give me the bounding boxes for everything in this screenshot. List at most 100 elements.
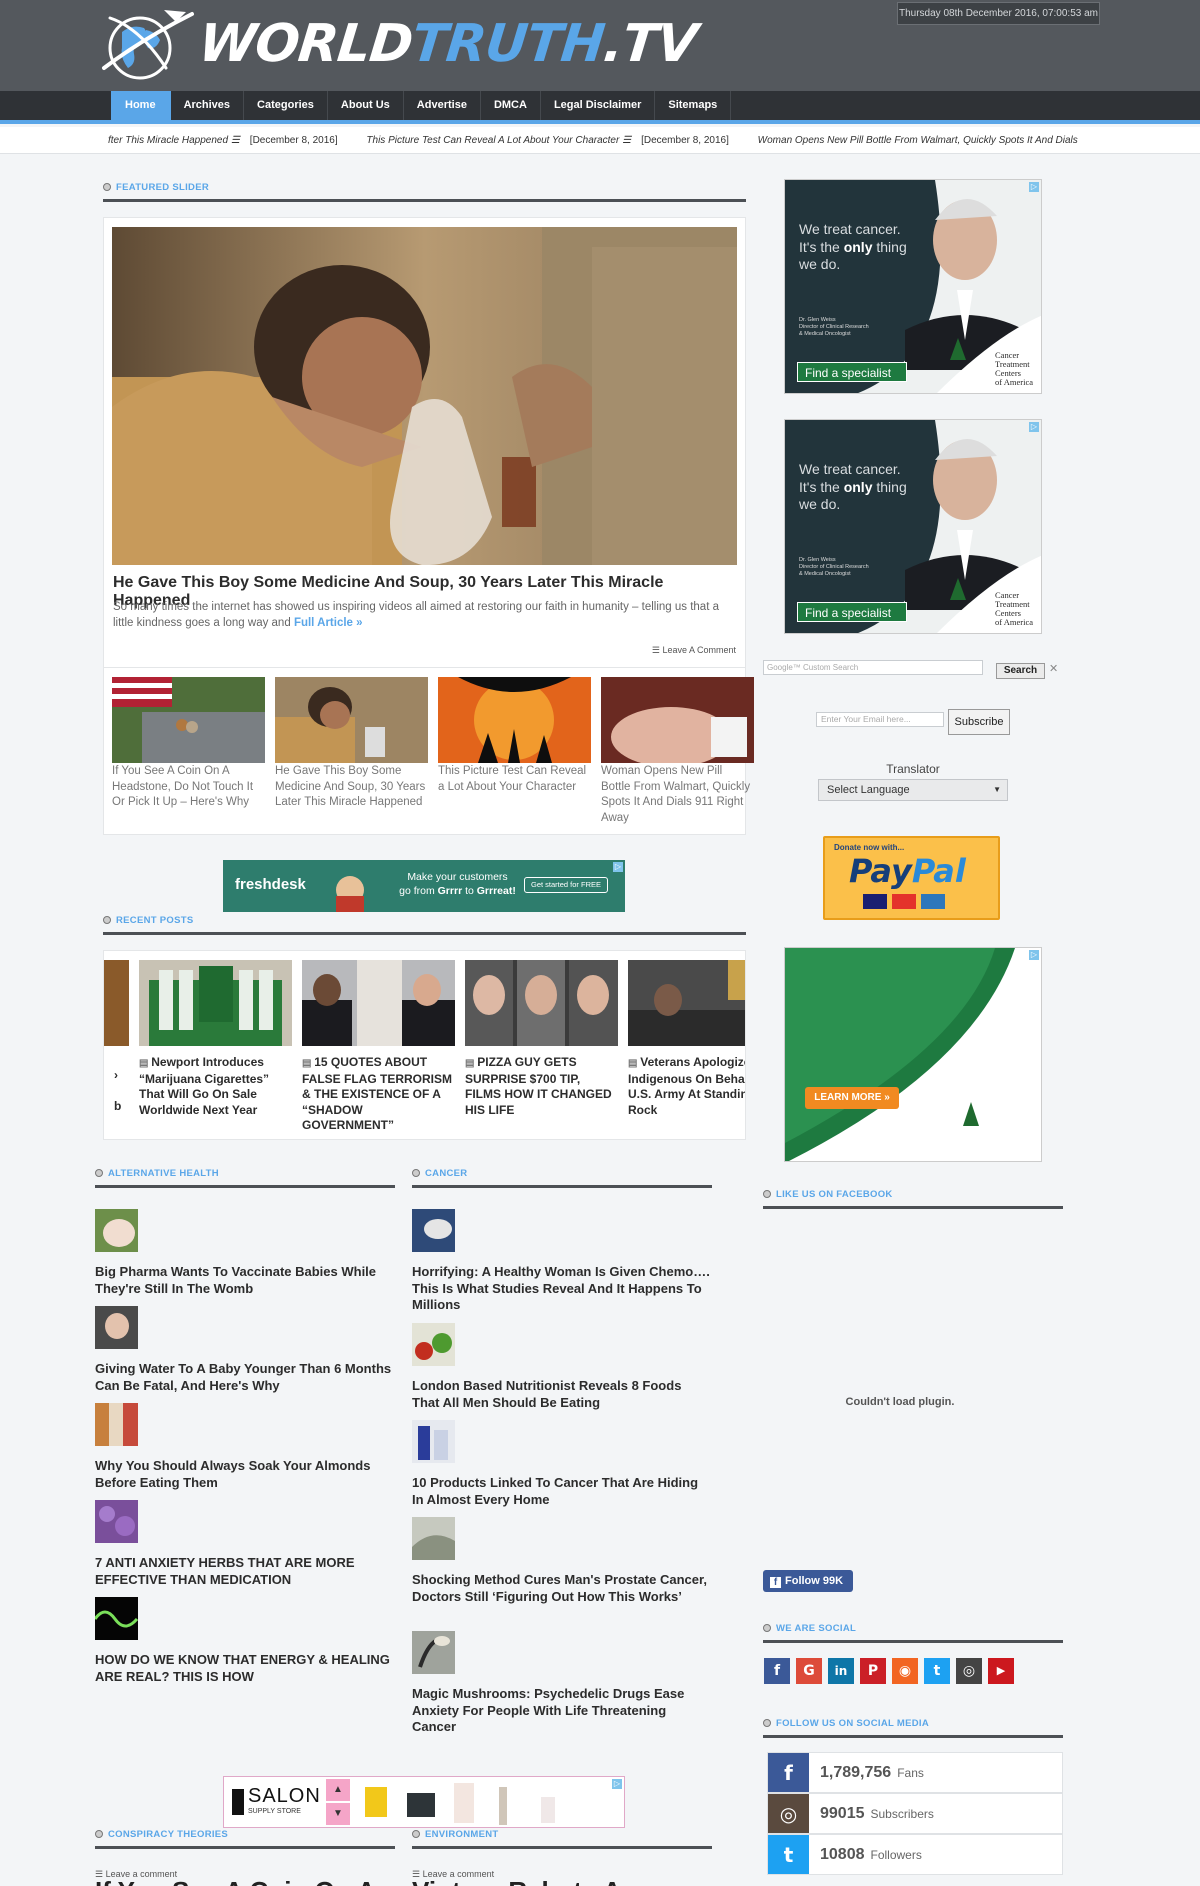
post-title[interactable]: Vintner Rebuts A	[412, 1876, 712, 1886]
cancer-list: Horrifying: A Healthy Woman Is Given Che…	[412, 1209, 712, 1745]
recent-posts-heading: RECENT POSTS	[103, 915, 746, 935]
recent-post[interactable]: PIZZA GUY GETS SURPRISE $700 TIP, FILMS …	[465, 960, 618, 1134]
cancer-post[interactable]: 10 Products Linked To Cancer That Are Hi…	[412, 1420, 712, 1507]
cancer-post[interactable]: London Based Nutritionist Reveals 8 Food…	[412, 1323, 712, 1410]
cancer-post[interactable]: Magic Mushrooms: Psychedelic Drugs Ease …	[412, 1631, 712, 1735]
nav-archives[interactable]: Archives	[171, 91, 245, 120]
thumb-title: This Picture Test Can Reveal a Lot About…	[438, 765, 587, 793]
post-title[interactable]: If You See A Coin On A	[95, 1876, 395, 1886]
twitter-icon[interactable]: t	[924, 1658, 950, 1684]
ad-choices-icon[interactable]: ▷	[1029, 950, 1039, 960]
recent-post-title: Veterans Apologize To Indigenous On Beha…	[628, 1055, 745, 1118]
ticker-item[interactable]: fter This Miracle Happened ☰	[108, 135, 240, 146]
find-specialist-button[interactable]: Find a specialist	[797, 362, 907, 382]
ad-choices-icon[interactable]: ▷	[613, 862, 623, 872]
divider	[104, 667, 745, 668]
slider-thumb[interactable]: He Gave This Boy Some Medicine And Soup,…	[275, 677, 428, 826]
stat-row[interactable]: t 10808 Followers	[767, 1834, 1063, 1875]
ad-choices-icon[interactable]: ▷	[1029, 182, 1039, 192]
ad-carousel-up-button[interactable]: ▲	[326, 1779, 350, 1801]
post-thumbnail	[95, 1306, 138, 1349]
freshdesk-cta-button[interactable]: Get started for FREE	[524, 877, 608, 893]
email-input[interactable]: Enter Your Email here...	[816, 712, 944, 727]
alt-health-post[interactable]: Big Pharma Wants To Vaccinate Babies Whi…	[95, 1209, 395, 1296]
freshdesk-ad-banner[interactable]: freshdesk Make your customers go from Grr…	[223, 860, 625, 912]
facebook-follow-button[interactable]: f Follow 99K	[763, 1570, 853, 1592]
slider-thumb[interactable]: Woman Opens New Pill Bottle From Walmart…	[601, 677, 754, 826]
subscribe-button[interactable]: Subscribe	[948, 709, 1010, 735]
visa-icon	[863, 894, 887, 909]
paypal-donate-button[interactable]: Donate now with... PayPal	[823, 836, 1000, 920]
post-title: London Based Nutritionist Reveals 8 Food…	[412, 1378, 682, 1410]
ticker-date: [December 8, 2016]	[641, 135, 729, 146]
linkedin-icon[interactable]: in	[828, 1658, 854, 1684]
ticker-item[interactable]: Woman Opens New Pill Bottle From Walmart…	[758, 135, 1078, 146]
social-stats: f 1,789,756 Fans ◎ 99015 Subscribers t 108…	[767, 1752, 1063, 1875]
freshdesk-logo: freshdesk	[235, 876, 306, 893]
alt-health-post[interactable]: Giving Water To A Baby Younger Than 6 Mo…	[95, 1306, 395, 1393]
nav-about-us[interactable]: About Us	[328, 91, 404, 120]
cancer-post[interactable]: Horrifying: A Healthy Woman Is Given Che…	[412, 1209, 712, 1313]
instagram-icon[interactable]: ◎	[956, 1658, 982, 1684]
youtube-icon[interactable]: ▶	[988, 1658, 1014, 1684]
site-logo[interactable]: WORLDTRUTH.TV	[100, 2, 699, 88]
follow-social-heading: FOLLOW US ON SOCIAL MEDIA	[763, 1718, 1063, 1738]
alt-health-post[interactable]: 7 ANTI ANXIETY HERBS THAT ARE MORE EFFEC…	[95, 1500, 395, 1587]
cancer-center-learn-more-ad[interactable]: LEARN MORE » CancerTreatmentCentersof Am…	[784, 947, 1042, 1162]
stat-value: 99015	[820, 1805, 865, 1822]
stat-row[interactable]: f 1,789,756 Fans	[767, 1752, 1063, 1793]
cancer-treatment-ad[interactable]: We treat cancer. It's the only thing we do…	[784, 419, 1042, 634]
facebook-icon: f	[768, 1753, 809, 1792]
ad-choices-icon[interactable]: ▷	[1029, 422, 1039, 432]
post-thumbnail	[412, 1209, 455, 1252]
stat-row[interactable]: ◎ 99015 Subscribers	[767, 1793, 1063, 1834]
nav-dmca[interactable]: DMCA	[481, 91, 541, 120]
language-select[interactable]: Select Language ▼	[818, 779, 1008, 801]
recent-post-title: 15 QUOTES ABOUT FALSE FLAG TERRORISM & T…	[302, 1055, 455, 1134]
nav-home[interactable]: Home	[111, 91, 171, 120]
stat-label: Fans	[897, 1766, 924, 1780]
cancer-treatment-ad[interactable]: We treat cancer. It's the only thing we do…	[784, 179, 1042, 394]
search-button[interactable]: Search	[996, 663, 1045, 679]
learn-more-button[interactable]: LEARN MORE »	[805, 1087, 899, 1109]
thumb-image	[438, 677, 591, 763]
google-search-input[interactable]: Google™ Custom Search	[763, 660, 983, 675]
nav-sitemaps[interactable]: Sitemaps	[655, 91, 732, 120]
featured-image[interactable]	[112, 227, 737, 565]
rss-icon[interactable]: ◉	[892, 1658, 918, 1684]
amex-icon	[921, 894, 945, 909]
alt-health-post[interactable]: Why You Should Always Soak Your Almonds …	[95, 1403, 395, 1490]
nav-categories[interactable]: Categories	[244, 91, 328, 120]
recent-post-image	[139, 960, 292, 1046]
recent-post-title: PIZZA GUY GETS SURPRISE $700 TIP, FILMS …	[465, 1055, 618, 1118]
alt-health-post[interactable]: HOW DO WE KNOW THAT ENERGY & HEALING ARE…	[95, 1597, 395, 1684]
ticker-item[interactable]: This Picture Test Can Reveal A Lot About…	[366, 135, 631, 146]
stat-value: 10808	[820, 1846, 865, 1863]
cancer-heading: CANCER	[412, 1168, 712, 1188]
leave-comment-link[interactable]: ☰ Leave A Comment	[652, 645, 736, 656]
slider-thumb[interactable]: This Picture Test Can Reveal a Lot About…	[438, 677, 591, 826]
recent-post[interactable]: Veterans Apologize To Indigenous On Beha…	[628, 960, 745, 1134]
conspiracy-theories-heading: CONSPIRACY THEORIES	[95, 1829, 395, 1849]
find-specialist-button[interactable]: Find a specialist	[797, 602, 907, 622]
nav-legal-disclaimer[interactable]: Legal Disclaimer	[541, 91, 656, 120]
clear-search-icon[interactable]: ✕	[1049, 662, 1058, 675]
post-title: HOW DO WE KNOW THAT ENERGY & HEALING ARE…	[95, 1652, 390, 1684]
recent-post[interactable]: 15 QUOTES ABOUT FALSE FLAG TERRORISM & T…	[302, 960, 455, 1134]
google-plus-icon[interactable]: G	[796, 1658, 822, 1684]
thumb-title: If You See A Coin On A Headstone, Do Not…	[112, 765, 254, 808]
slider-thumb[interactable]: If You See A Coin On A Headstone, Do Not…	[112, 677, 265, 826]
chevron-down-icon: ▼	[993, 785, 1001, 794]
recent-post[interactable]: Newport Introduces “Marijuana Cigarettes…	[139, 960, 292, 1134]
nav-advertise[interactable]: Advertise	[404, 91, 481, 120]
cancer-post[interactable]: Shocking Method Cures Man's Prostate Can…	[412, 1517, 712, 1621]
salon-supply-ad-banner[interactable]: SALON SUPPLY STORE ▲ ▼ ▷	[223, 1776, 625, 1828]
facebook-icon[interactable]: f	[764, 1658, 790, 1684]
ad-doctor-caption: Dr. Glen Weiss Director of Clinical Resea…	[799, 557, 869, 577]
recent-post[interactable]: ›b	[104, 960, 129, 1134]
ad-carousel-down-button[interactable]: ▼	[326, 1803, 350, 1825]
news-ticker: fter This Miracle Happened ☰ [December 8,…	[0, 127, 1200, 154]
ad-choices-icon[interactable]: ▷	[612, 1779, 622, 1789]
pinterest-icon[interactable]: P	[860, 1658, 886, 1684]
full-article-link[interactable]: Full Article »	[294, 617, 363, 629]
